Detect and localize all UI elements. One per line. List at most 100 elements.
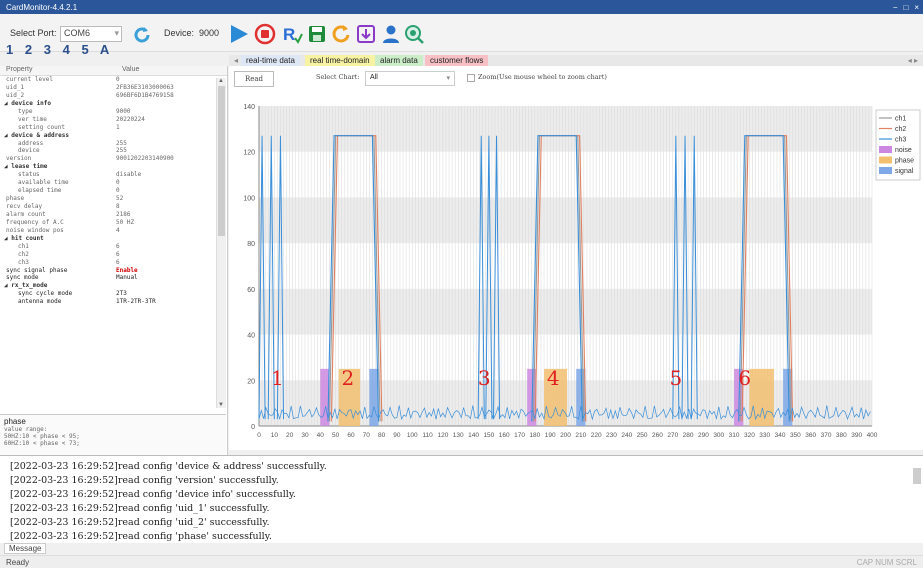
- svg-text:R: R: [283, 25, 295, 44]
- property-row[interactable]: ◢ device info: [0, 100, 227, 108]
- property-name: setting count: [18, 123, 65, 131]
- user-icon: [383, 25, 399, 43]
- property-name: type: [18, 107, 33, 115]
- download-button[interactable]: [355, 23, 377, 45]
- property-name: ch3: [18, 258, 29, 266]
- legend-label: signal: [895, 168, 914, 175]
- x-tick-label: 240: [621, 432, 632, 439]
- x-tick-label: 200: [560, 432, 571, 439]
- message-log: [2022-03-23 16:29:52]read config 'device…: [0, 455, 923, 543]
- property-name: sync cycle mode: [18, 290, 73, 298]
- property-row[interactable]: ◢ device & address: [0, 132, 227, 140]
- tab-scroll-icons[interactable]: ◂ ▸: [903, 55, 923, 66]
- legend-swatch: [879, 156, 892, 164]
- property-grid: Property Value current level 0 uid_1 2FB36E…: [0, 66, 228, 460]
- reset-button[interactable]: [330, 23, 352, 45]
- x-tick-label: 160: [499, 432, 510, 439]
- description-line: 60HZ:10 < phase < 73;: [4, 440, 80, 447]
- property-row[interactable]: type 9000: [0, 108, 227, 116]
- property-value: 52: [116, 195, 124, 203]
- property-row[interactable]: sync cycle mode 2T3: [0, 290, 227, 298]
- status-text: Ready: [6, 557, 30, 567]
- refresh-button[interactable]: [131, 24, 153, 46]
- log-scrollbar[interactable]: [913, 468, 921, 484]
- property-name: ◢ lease time: [4, 163, 48, 171]
- user-button[interactable]: [380, 23, 402, 45]
- save-button[interactable]: [306, 23, 328, 45]
- tab-real-time-data[interactable]: real-time data: [241, 55, 300, 66]
- property-row[interactable]: setting count 1: [0, 124, 227, 132]
- time-domain-chart[interactable]: 0204060801001201400 10 20 30 40 50 60 70 80 90 100…: [229, 66, 923, 450]
- number-button[interactable]: 5: [81, 42, 92, 57]
- stop-button[interactable]: [254, 23, 276, 45]
- stop-icon: [254, 23, 276, 45]
- close-button[interactable]: ×: [914, 3, 919, 12]
- x-tick-label: 130: [453, 432, 464, 439]
- x-tick-label: 150: [483, 432, 494, 439]
- x-tick-label: 330: [759, 432, 770, 439]
- tab-real-time-domain[interactable]: real time-domain: [305, 55, 375, 66]
- property-value: Manual: [116, 274, 138, 282]
- property-row[interactable]: sync mode Manual: [0, 274, 227, 282]
- property-row[interactable]: uid_1 2FB36E3103000063: [0, 84, 227, 92]
- property-row[interactable]: ◢ rx_tx_mode: [0, 282, 227, 290]
- x-tick-label: 40: [317, 432, 325, 439]
- x-tick-label: 230: [606, 432, 617, 439]
- property-row[interactable]: alarm count 2186: [0, 211, 227, 219]
- minimize-button[interactable]: −: [893, 3, 898, 12]
- property-name: recv delay: [6, 203, 43, 210]
- scrollbar-thumb[interactable]: [218, 86, 225, 236]
- play-icon: [231, 25, 248, 43]
- port-label: Select Port:: [10, 28, 57, 38]
- property-row[interactable]: ver time 20220224: [0, 116, 227, 124]
- x-tick-label: 100: [407, 432, 418, 439]
- property-row[interactable]: uid_2 696BF6D1B4769158: [0, 92, 227, 100]
- property-row[interactable]: ch3 6: [0, 259, 227, 267]
- message-tab[interactable]: Message: [4, 543, 47, 554]
- property-row[interactable]: sync signal phase Enable: [0, 267, 227, 275]
- property-row[interactable]: frequency of A.C 50 HZ: [0, 219, 227, 227]
- tab-alarm-data[interactable]: alarm data: [375, 55, 423, 66]
- property-row[interactable]: ch1 6: [0, 243, 227, 251]
- property-scrollbar[interactable]: ▲ ▼: [216, 78, 226, 408]
- property-name: version: [6, 155, 32, 163]
- property-row[interactable]: elapsed time 0: [0, 187, 227, 195]
- property-name: uid_2: [6, 91, 25, 99]
- property-row[interactable]: recv delay 8: [0, 203, 227, 211]
- property-row[interactable]: ◢ hit count: [0, 235, 227, 243]
- property-row[interactable]: device 255: [0, 147, 227, 155]
- x-tick-label: 60: [347, 432, 355, 439]
- tab-customer-flows[interactable]: customer flows: [425, 55, 489, 66]
- property-row[interactable]: phase 52: [0, 195, 227, 203]
- property-row[interactable]: noise window pos 4: [0, 227, 227, 235]
- x-tick-label: 390: [851, 432, 862, 439]
- number-button[interactable]: A: [100, 42, 113, 57]
- chevron-down-icon: ▾: [114, 28, 119, 38]
- property-row[interactable]: ch2 6: [0, 251, 227, 259]
- x-tick-label: 310: [729, 432, 740, 439]
- number-button[interactable]: 3: [44, 42, 55, 57]
- read-config-button[interactable]: R: [281, 23, 303, 45]
- x-tick-label: 340: [775, 432, 786, 439]
- scroll-up-icon[interactable]: ▲: [218, 78, 224, 84]
- property-row[interactable]: status disable: [0, 171, 227, 179]
- x-tick-label: 380: [836, 432, 847, 439]
- start-button[interactable]: [228, 23, 250, 45]
- legend-label: noise: [895, 147, 912, 154]
- scroll-down-icon[interactable]: ▼: [218, 402, 224, 408]
- property-row[interactable]: address 255: [0, 140, 227, 148]
- number-button[interactable]: 4: [63, 42, 74, 57]
- property-row[interactable]: antenna mode 1TR-2TR-3TR: [0, 298, 227, 306]
- property-row[interactable]: available time 0: [0, 179, 227, 187]
- property-name: ch2: [18, 250, 29, 258]
- number-button[interactable]: 1: [6, 42, 17, 57]
- property-row[interactable]: current level 0: [0, 76, 227, 84]
- property-row[interactable]: version 9001202203140900: [0, 155, 227, 163]
- property-name: device: [18, 147, 40, 155]
- property-row[interactable]: ◢ lease time: [0, 163, 227, 171]
- port-select[interactable]: COM6 ▾: [60, 26, 122, 42]
- number-button[interactable]: 2: [25, 42, 36, 57]
- property-value: 0: [116, 187, 120, 195]
- search-device-button[interactable]: [403, 23, 425, 45]
- maximize-button[interactable]: □: [903, 3, 908, 12]
